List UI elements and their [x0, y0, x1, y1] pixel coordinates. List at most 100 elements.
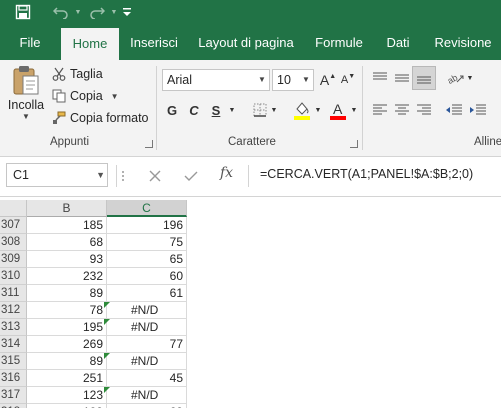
insert-function-icon[interactable]: fx	[220, 165, 233, 181]
cell-b[interactable]: 232	[27, 268, 107, 285]
row-header[interactable]: 313	[0, 319, 27, 336]
tab-data[interactable]: Dati	[378, 24, 418, 60]
column-header-c[interactable]: C	[107, 200, 187, 217]
cancel-icon[interactable]	[144, 165, 166, 187]
font-name-value: Arial	[167, 73, 193, 87]
bold-button[interactable]: G	[162, 100, 182, 120]
redo-icon[interactable]	[86, 0, 108, 24]
cell-c[interactable]: 60	[107, 268, 187, 285]
row-header[interactable]: 315	[0, 353, 27, 370]
name-box-dropdown-icon[interactable]: ▼	[96, 164, 105, 186]
cell-c-error[interactable]: #N/D	[107, 387, 187, 404]
cell-b[interactable]: 123	[27, 387, 110, 404]
worksheet-grid[interactable]: B C 307 185 196 308 68 75 309 93 65 310 232 60 311 89…	[0, 197, 501, 408]
row-header[interactable]: 317	[0, 387, 27, 404]
formula-input[interactable]: =CERCA.VERT(A1;PANEL!$A:$B;2;0)	[260, 167, 473, 181]
format-painter-button[interactable]: Copia formato	[52, 108, 149, 128]
select-all-corner[interactable]	[0, 200, 27, 217]
cell-c[interactable]: 61	[107, 285, 187, 302]
cell-c-error[interactable]: #N/D	[107, 302, 187, 319]
row-header[interactable]: 308	[0, 234, 27, 251]
paste-button[interactable]: Incolla ▼	[6, 64, 46, 132]
save-icon[interactable]	[12, 0, 34, 24]
align-right-icon[interactable]	[414, 100, 434, 120]
cell-c[interactable]: 75	[107, 234, 187, 251]
orientation-dropdown-icon[interactable]: ▼	[464, 68, 476, 88]
cell-b[interactable]: 89	[27, 285, 107, 302]
cell-b[interactable]: 109	[27, 404, 107, 408]
cell-c-error[interactable]: #N/D	[107, 319, 187, 336]
increase-indent-icon[interactable]	[468, 100, 488, 120]
cell-c[interactable]: 45	[107, 370, 187, 387]
cell-c[interactable]: 77	[107, 336, 187, 353]
cell-c[interactable]: 65	[107, 251, 187, 268]
align-bottom-icon[interactable]	[412, 66, 436, 90]
alignment-group-label: Alline	[474, 136, 501, 148]
ribbon: Incolla ▼ Taglia Copia ▼ Copia formato A…	[0, 60, 501, 157]
row-header[interactable]: 310	[0, 268, 27, 285]
orientation-icon[interactable]: ab	[446, 68, 466, 88]
row-header[interactable]: 318	[0, 404, 27, 408]
tab-review[interactable]: Revisione	[428, 24, 498, 60]
cell-c-error[interactable]: #N/D	[107, 353, 187, 370]
cell-c[interactable]: 69	[107, 404, 187, 408]
shrink-font-icon[interactable]: A ▼	[338, 70, 358, 90]
font-size-combo[interactable]: 10 ▼	[272, 69, 314, 91]
underline-button[interactable]: S	[206, 100, 226, 120]
row-header[interactable]: 307	[0, 217, 27, 234]
cell-value: 251	[82, 371, 103, 385]
underline-dropdown-icon[interactable]: ▼	[226, 100, 238, 120]
italic-button[interactable]: C	[184, 100, 204, 120]
row-header[interactable]: 314	[0, 336, 27, 353]
customize-qat-icon[interactable]	[120, 0, 134, 24]
font-launcher-icon[interactable]	[350, 140, 358, 148]
align-left-icon[interactable]	[370, 100, 390, 120]
cell-b[interactable]: 195	[27, 319, 110, 336]
decrease-indent-icon[interactable]	[444, 100, 464, 120]
fill-color-icon[interactable]	[292, 98, 312, 122]
row-header[interactable]: 311	[0, 285, 27, 302]
fill-color-dropdown-icon[interactable]: ▼	[312, 100, 324, 120]
column-header-b[interactable]: B	[27, 200, 107, 217]
copy-button[interactable]: Copia ▼	[52, 86, 119, 106]
enter-icon[interactable]	[180, 165, 202, 187]
row-header[interactable]: 309	[0, 251, 27, 268]
align-top-icon[interactable]	[370, 68, 390, 88]
font-color-icon[interactable]: A	[328, 98, 348, 122]
redo-dropdown-icon[interactable]: ▼	[108, 0, 120, 24]
tab-page-layout[interactable]: Layout di pagina	[194, 24, 298, 60]
copy-dropdown-icon[interactable]: ▼	[111, 92, 119, 101]
font-name-combo[interactable]: Arial ▼	[162, 69, 270, 91]
cell-b[interactable]: 93	[27, 251, 107, 268]
tab-file[interactable]: File	[8, 24, 52, 60]
tab-insert[interactable]: Inserisci	[124, 24, 184, 60]
cell-value: 78	[89, 303, 103, 317]
row-header[interactable]: 312	[0, 302, 27, 319]
align-center-icon[interactable]	[392, 100, 412, 120]
font-name-dropdown-icon[interactable]: ▼	[255, 70, 269, 90]
align-middle-icon[interactable]	[392, 68, 412, 88]
row-header[interactable]: 316	[0, 370, 27, 387]
font-color-dropdown-icon[interactable]: ▼	[348, 100, 360, 120]
grow-font-icon[interactable]: A ▲	[318, 70, 338, 90]
undo-icon[interactable]	[50, 0, 72, 24]
cell-b[interactable]: 68	[27, 234, 107, 251]
cell-b[interactable]: 78	[27, 302, 110, 319]
cell-b[interactable]: 89	[27, 353, 110, 370]
cell-b[interactable]: 269	[27, 336, 107, 353]
font-size-dropdown-icon[interactable]: ▼	[299, 70, 313, 90]
borders-icon[interactable]	[250, 100, 270, 120]
cell-b[interactable]: 185	[27, 217, 107, 234]
formula-bar-grip-icon[interactable]	[118, 165, 128, 187]
borders-dropdown-icon[interactable]: ▼	[268, 100, 280, 120]
undo-dropdown-icon[interactable]: ▼	[72, 0, 84, 24]
cell-value: 60	[169, 269, 183, 283]
cell-b[interactable]: 251	[27, 370, 107, 387]
clipboard-launcher-icon[interactable]	[145, 140, 153, 148]
tab-home[interactable]: Home	[61, 28, 119, 60]
cell-c[interactable]: 196	[107, 217, 187, 234]
paste-dropdown-icon[interactable]: ▼	[22, 112, 30, 121]
name-box[interactable]: C1 ▼	[6, 163, 108, 187]
tab-formulas[interactable]: Formule	[308, 24, 370, 60]
cut-button[interactable]: Taglia	[52, 64, 103, 84]
